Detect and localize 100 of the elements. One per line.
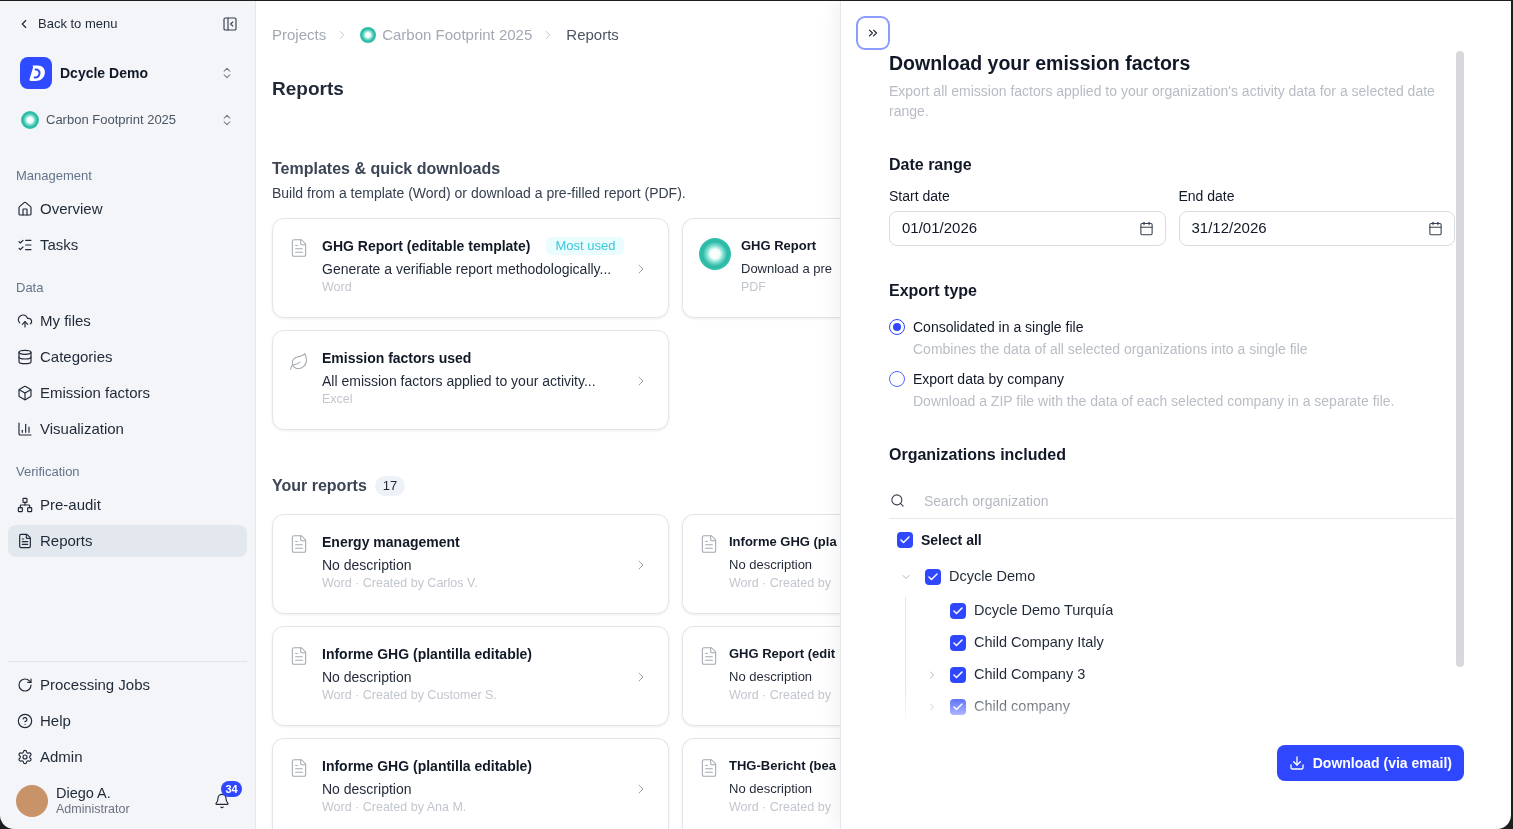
option-description: Combines the data of all selected organizations into a single file — [913, 340, 1308, 359]
section-heading: Verification — [16, 464, 80, 480]
calendar-icon[interactable] — [1428, 221, 1443, 236]
search-field[interactable]: Search organization — [924, 488, 1455, 513]
card-title: Informe GHG (plantilla editable) — [322, 756, 533, 776]
drawer-description: Export all emission factors applied to your organization's activity data for a selected date range. — [889, 82, 1436, 121]
document-icon — [289, 238, 309, 258]
nav-item[interactable]: Processing Jobs — [8, 669, 247, 701]
card-meta: Excel — [322, 391, 353, 407]
hierarchy-icon — [17, 497, 33, 513]
bell-icon[interactable] — [214, 793, 230, 809]
refresh-icon — [17, 677, 33, 693]
bar-chart-icon — [17, 421, 33, 437]
option-label: Consolidated in a single file — [913, 317, 1084, 337]
template-card[interactable]: Emission factors used All emission factors applied to your activity... Excel — [272, 330, 669, 430]
calendar-icon[interactable] — [1138, 221, 1154, 236]
notification-badge: 34 — [221, 781, 242, 797]
card-description: All emission factors applied to your activity... — [322, 372, 596, 391]
card-meta: Word · Created by Ana M. — [322, 799, 467, 815]
report-card[interactable]: Energy management No description Word · Created by Carlos V. — [272, 514, 669, 614]
nav-item[interactable]: Overview — [8, 193, 247, 225]
database-icon — [17, 349, 33, 365]
date-field[interactable]: 01/01/2026 — [889, 211, 1166, 246]
card-title: GHG Report (edit — [729, 645, 836, 664]
checkbox[interactable] — [950, 699, 966, 715]
checkbox[interactable] — [925, 569, 941, 585]
checkbox[interactable] — [950, 635, 966, 651]
download-button[interactable]: Download (via email) — [1276, 745, 1464, 781]
report-card[interactable]: GHG Report (edit No description Word · Created by — [682, 626, 840, 726]
settings-icon — [17, 749, 33, 765]
report-card[interactable]: Informe GHG (pla No description Word · Created by — [682, 514, 840, 614]
search-icon — [890, 493, 905, 508]
checkbox[interactable] — [897, 532, 913, 548]
badge: Most used — [546, 237, 625, 255]
report-card[interactable]: THG-Bericht (bea No description Word · Created by — [682, 738, 840, 829]
count-badge: 17 — [374, 476, 406, 496]
report-card[interactable]: Informe GHG (plantilla editable) No description Word · Created by Ana M. — [272, 738, 669, 829]
organization-name: Child Company Italy — [974, 633, 1104, 653]
template-card[interactable]: GHG Report Download a pre PDF — [682, 218, 840, 318]
collapse-button[interactable] — [856, 16, 890, 50]
nav-item[interactable]: Tasks — [8, 229, 247, 261]
check-icon — [899, 534, 911, 546]
check-icon — [952, 605, 964, 617]
ring-icon — [21, 111, 39, 129]
user-name: Diego A. — [56, 785, 111, 802]
document-icon — [289, 758, 309, 778]
card-meta: Word — [322, 279, 352, 295]
ring-icon — [699, 238, 731, 270]
scrollbar-thumb[interactable] — [1456, 51, 1464, 667]
logo — [20, 57, 52, 89]
home-icon — [17, 201, 33, 217]
section-heading: Data — [16, 280, 44, 296]
user-role: Administrator — [56, 802, 130, 817]
nav-item[interactable]: Reports — [8, 525, 247, 557]
card-description: Download a pre — [741, 260, 833, 278]
nav-item[interactable]: My files — [8, 305, 247, 337]
project-switcher[interactable]: Carbon Footprint 2025 — [8, 111, 247, 129]
card-description: Generate a verifiable report methodologically... — [322, 260, 612, 279]
card-title: GHG Report — [741, 237, 817, 256]
field-label: Start date — [889, 187, 950, 206]
card-title: Informe GHG (plantilla editable) — [322, 644, 533, 664]
breadcrumb-current: Reports — [566, 24, 619, 45]
checklist-icon — [17, 237, 33, 253]
sidebar-toggle-icon[interactable] — [222, 16, 238, 32]
nav-item[interactable]: Emission factors — [8, 377, 247, 409]
check-icon — [952, 669, 964, 681]
card-description: No description — [322, 556, 412, 575]
organization-name: Dcycle Demo Turquía — [974, 601, 1114, 621]
nav-item[interactable]: Admin — [8, 741, 247, 773]
nav-item[interactable]: Pre-audit — [8, 489, 247, 521]
card-description: No description — [729, 780, 813, 798]
template-card[interactable]: GHG Report (editable template) Most used Generate a verifiable report methodologically... Word — [272, 218, 669, 318]
card-title: GHG Report (editable template) — [322, 236, 531, 256]
section-title: Export type — [889, 281, 977, 301]
document-icon — [17, 533, 33, 549]
double-chevron-right-icon — [866, 26, 880, 40]
organization-name: Dcycle Demo — [949, 567, 1036, 587]
section-heading: Management — [16, 168, 92, 184]
nav-item[interactable]: Visualization — [8, 413, 247, 445]
card-meta: Word · Created by Carlos V. — [322, 575, 478, 591]
nav-item[interactable]: Help — [8, 705, 247, 737]
organization-name: Child company — [974, 697, 1070, 717]
checkbox[interactable] — [950, 603, 966, 619]
card-title: THG-Bericht (bea — [729, 757, 836, 776]
option-label: Export data by company — [913, 369, 1064, 389]
field-label: End date — [1178, 187, 1235, 206]
organization-switcher[interactable]: Dcycle Demo — [8, 57, 247, 89]
option-description: Download a ZIP file with the data of each selected company in a separate file. — [913, 392, 1395, 411]
leaf-icon — [289, 352, 309, 372]
date-field[interactable]: 31/12/2026 — [1178, 211, 1455, 246]
back-link[interactable]: Back to menu — [17, 14, 118, 34]
report-card[interactable]: Informe GHG (plantilla editable) No description Word · Created by Customer S. — [272, 626, 669, 726]
section-title: Date range — [889, 155, 972, 175]
nav-item[interactable]: Categories — [8, 341, 247, 373]
section-title: Organizations included — [889, 445, 1066, 465]
cloud-upload-icon — [17, 313, 33, 329]
card-title: Emission factors used — [322, 348, 472, 368]
ring-icon — [360, 27, 377, 43]
checkbox[interactable] — [950, 667, 966, 683]
card-description: No description — [729, 668, 813, 686]
